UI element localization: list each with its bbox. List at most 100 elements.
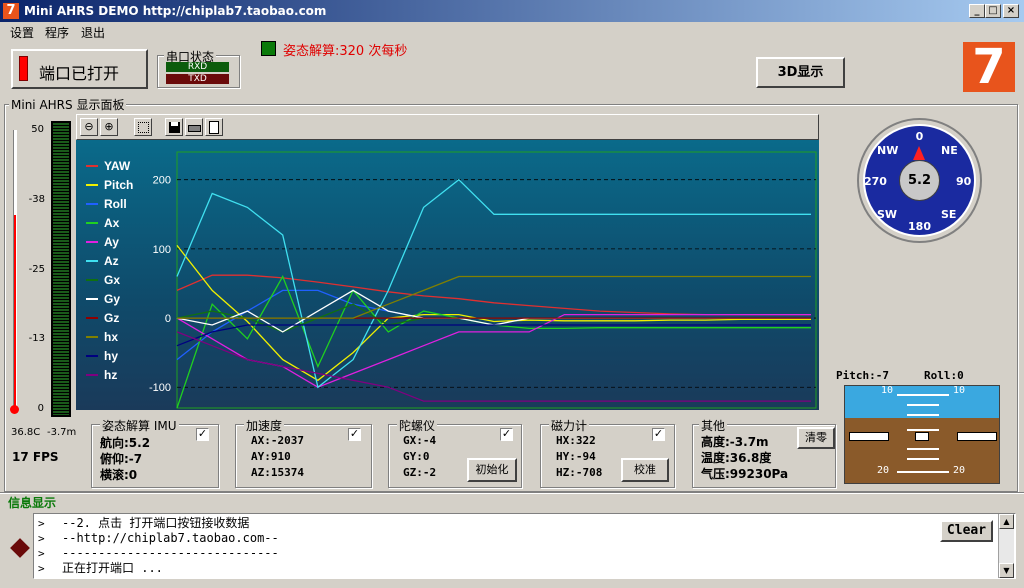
roll-label: Roll:0: [924, 369, 964, 382]
legend-label: Ax: [104, 216, 120, 230]
log-line: --2. 点击 打开端口按钮接收数据: [62, 516, 250, 530]
imu-group: 姿态解算 IMU ✓ 航向:5.2 俯仰:-7 横滚:0: [91, 417, 219, 488]
gyro-gx: GX:-4: [403, 434, 437, 447]
log-line: ------------------------------: [62, 546, 279, 560]
imu-checkbox[interactable]: ✓: [196, 428, 209, 441]
altitude-bar-segments: [53, 123, 69, 415]
gauge-tick-25: -25: [28, 264, 45, 275]
port-indicator: [19, 56, 28, 81]
compass-value: 5.2: [899, 160, 940, 201]
legend-label: Ay: [104, 235, 119, 249]
select-icon[interactable]: [134, 118, 152, 136]
compass-e: 90: [956, 175, 972, 188]
mag-group: 磁力计 ✓ HX:322 HY:-94 HZ:-708 校准: [540, 417, 675, 488]
mag-calibrate-button[interactable]: 校准: [621, 458, 669, 482]
other-group-title: 其他: [699, 417, 728, 434]
other-pressure: 气压:99230Pa: [701, 467, 789, 481]
scroll-down-icon[interactable]: ▼: [999, 563, 1014, 578]
solve-rate-text: 姿态解算:320 次每秒: [283, 44, 408, 59]
altitude-bar: [51, 121, 71, 417]
menu-exit[interactable]: 退出: [81, 24, 105, 41]
gyro-init-button[interactable]: 初始化: [467, 458, 517, 482]
sensor-chart: 200 100 0 -100 YAW Pitch Roll Ax Ay Az Gx Gy Gz hx hy h…: [76, 140, 819, 410]
compass-s: 180: [908, 220, 931, 233]
legend-label: Az: [104, 254, 119, 268]
info-log[interactable]: > > > > --2. 点击 打开端口按钮接收数据 --http://chiplab…: [33, 513, 1016, 579]
imu-roll: 横滚:0: [100, 468, 138, 482]
menu-program[interactable]: 程序: [45, 24, 69, 41]
attitude-line: [907, 458, 939, 460]
zoom-out-icon[interactable]: ⊖: [80, 118, 98, 136]
display-panel-title: Mini AHRS 显示面板: [9, 96, 127, 113]
port-button[interactable]: 端口已打开: [11, 49, 148, 89]
gauge-tick-13: -13: [28, 333, 45, 344]
log-clear-button[interactable]: Clear: [940, 520, 993, 542]
compass-nw: NW: [877, 144, 899, 157]
brand-logo: 7: [963, 42, 1015, 92]
legend-label: hy: [104, 349, 118, 363]
imu-heading: 航向:5.2: [100, 436, 151, 450]
y-tick-label: 200: [153, 175, 171, 187]
series-line-hz: [176, 331, 811, 402]
txd-indicator: TXD: [166, 74, 229, 84]
legend-label: Gx: [104, 273, 120, 287]
compass-n: 0: [915, 130, 924, 143]
info-status-icon: [10, 538, 30, 558]
clear-height-button[interactable]: 清零: [797, 427, 835, 449]
log-scrollbar[interactable]: ▲ ▼: [998, 514, 1014, 578]
series-line-pitch: [176, 244, 811, 382]
chart-toolbar: ⊖ ⊕: [76, 114, 819, 140]
temperature-readout: 36.8C: [11, 427, 41, 438]
legend-label: Pitch: [104, 178, 133, 192]
zoom-in-icon[interactable]: ⊕: [100, 118, 118, 136]
accel-ax: AX:-2037: [251, 434, 304, 447]
pitch-label: Pitch:-7: [836, 369, 889, 382]
compass-ne: NE: [941, 144, 958, 157]
sensor-chart-svg: 200 100 0 -100 YAW Pitch Roll Ax Ay Az Gx Gy Gz hx hy h…: [86, 151, 817, 409]
thermometer-fill: [14, 215, 16, 410]
print-preview-icon[interactable]: [205, 118, 223, 136]
attitude-tick: 20: [953, 465, 966, 476]
window-title: Mini AHRS DEMO http://chiplab7.taobao.co…: [24, 4, 327, 18]
accel-checkbox[interactable]: ✓: [348, 428, 361, 441]
rxd-indicator: RXD: [166, 62, 229, 72]
3d-display-button[interactable]: 3D显示: [756, 57, 845, 88]
other-group: 其他 高度:-3.7m 温度:36.8度 气压:99230Pa 清零: [692, 417, 836, 488]
attitude-line: [907, 429, 939, 431]
close-button[interactable]: ×: [1003, 4, 1019, 18]
legend-label: Gz: [104, 311, 119, 325]
gyro-checkbox[interactable]: ✓: [500, 428, 513, 441]
menu-settings[interactable]: 设置: [10, 24, 34, 41]
accel-group-title: 加速度: [244, 417, 285, 434]
legend-label: YAW: [104, 159, 131, 173]
log-lines: --2. 点击 打开端口按钮接收数据 --http://chiplab7.tao…: [62, 516, 279, 576]
minimize-button[interactable]: _: [969, 4, 985, 18]
attitude-line: [897, 394, 949, 396]
accel-ay: AY:910: [251, 450, 291, 463]
menu-bar: 设置 程序 退出: [0, 22, 1024, 40]
attitude-indicator: 10 10 20 20: [844, 385, 1000, 484]
save-icon[interactable]: [165, 118, 183, 136]
maximize-button[interactable]: □: [985, 4, 1001, 18]
imu-group-title: 姿态解算 IMU: [100, 417, 179, 434]
other-temp: 温度:36.8度: [701, 451, 772, 465]
scroll-up-icon[interactable]: ▲: [999, 514, 1014, 529]
title-bar: 7 Mini AHRS DEMO http://chiplab7.taobao.…: [0, 0, 1024, 22]
log-line: 正在打开端口 ...: [62, 561, 163, 575]
attitude-tick: 10: [881, 385, 894, 396]
print-icon[interactable]: [185, 118, 203, 136]
attitude-ground: [845, 418, 999, 483]
compass-sw: SW: [877, 208, 898, 221]
legend-label: hz: [104, 368, 117, 382]
log-line: --http://chiplab7.taobao.com--: [62, 531, 279, 545]
gauge-tick-0: 0: [37, 403, 44, 414]
y-tick-label: -100: [149, 382, 171, 394]
mag-checkbox[interactable]: ✓: [652, 428, 665, 441]
attitude-tick: 20: [877, 465, 890, 476]
y-tick-label: 100: [153, 244, 171, 256]
fps-readout: 17 FPS: [12, 450, 59, 464]
accel-group: 加速度 ✓ AX:-2037 AY:910 AZ:15374: [235, 417, 372, 488]
legend-label: hx: [104, 330, 118, 344]
plot-area: [176, 151, 817, 409]
compass-w: 270: [864, 175, 887, 188]
